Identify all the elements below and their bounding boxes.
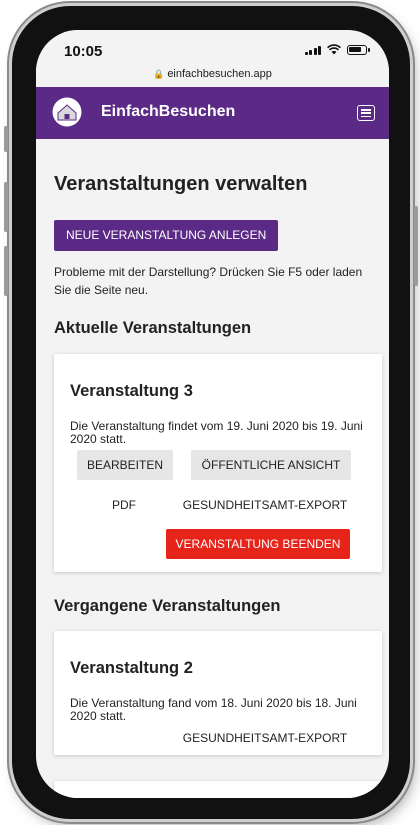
- status-bar: 10:05 🔒 einfachbesuchen.app: [36, 30, 389, 80]
- lock-icon: 🔒: [153, 69, 165, 79]
- status-icons: [304, 44, 370, 55]
- event-description: Die Veranstaltung fand vom 18. Juni 2020…: [70, 696, 357, 723]
- power-button: [414, 206, 418, 286]
- signal-icon: [304, 45, 321, 55]
- event-card: Veranstaltung 3 Die Veranstaltung findet…: [54, 354, 382, 572]
- new-event-button[interactable]: NEUE VERANSTALTUNG ANLEGEN: [54, 220, 279, 251]
- phone-screen: 10:05 🔒 einfachbesuchen.app EinfachBesuch…: [36, 30, 389, 798]
- event-title: Veranstaltung 2: [70, 659, 193, 677]
- current-events-heading: Aktuelle Veranstaltungen: [54, 319, 252, 337]
- past-events-heading: Vergangene Veranstaltungen: [54, 597, 281, 615]
- public-view-button[interactable]: ÖFFENTLICHE ANSICHT: [191, 450, 351, 480]
- address-bar[interactable]: 🔒 einfachbesuchen.app: [36, 68, 389, 80]
- brand-name[interactable]: EinfachBesuchen: [101, 103, 235, 121]
- hamburger-menu-icon[interactable]: [357, 105, 375, 121]
- volume-down-button: [4, 246, 8, 296]
- event-title: Veranstaltung 3: [70, 382, 193, 400]
- silent-switch: [4, 126, 8, 152]
- main-content: Veranstaltungen verwalten NEUE VERANSTAL…: [36, 139, 389, 798]
- end-event-button[interactable]: VERANSTALTUNG BEENDEN: [166, 529, 350, 559]
- wifi-icon: [327, 44, 341, 55]
- volume-up-button: [4, 182, 8, 232]
- health-office-export-button[interactable]: GESUNDHEITSAMT-EXPORT: [176, 490, 354, 520]
- pdf-button[interactable]: PDF: [94, 490, 154, 520]
- page-title: Veranstaltungen verwalten: [54, 173, 308, 195]
- reload-hint: Probleme mit der Darstellung? Drücken Si…: [54, 265, 363, 297]
- event-description: Die Veranstaltung findet vom 19. Juni 20…: [70, 419, 363, 446]
- event-card: Veranstaltung 2 Die Veranstaltung fand v…: [54, 631, 382, 755]
- event-card-partial: [54, 781, 382, 798]
- status-time: 10:05: [64, 43, 103, 60]
- edit-button[interactable]: BEARBEITEN: [77, 450, 173, 480]
- url-text: einfachbesuchen.app: [167, 68, 272, 80]
- logo-icon[interactable]: [52, 97, 82, 127]
- battery-icon: [347, 44, 370, 55]
- app-navbar: EinfachBesuchen: [36, 87, 389, 139]
- health-office-export-button[interactable]: GESUNDHEITSAMT-EXPORT: [176, 723, 354, 753]
